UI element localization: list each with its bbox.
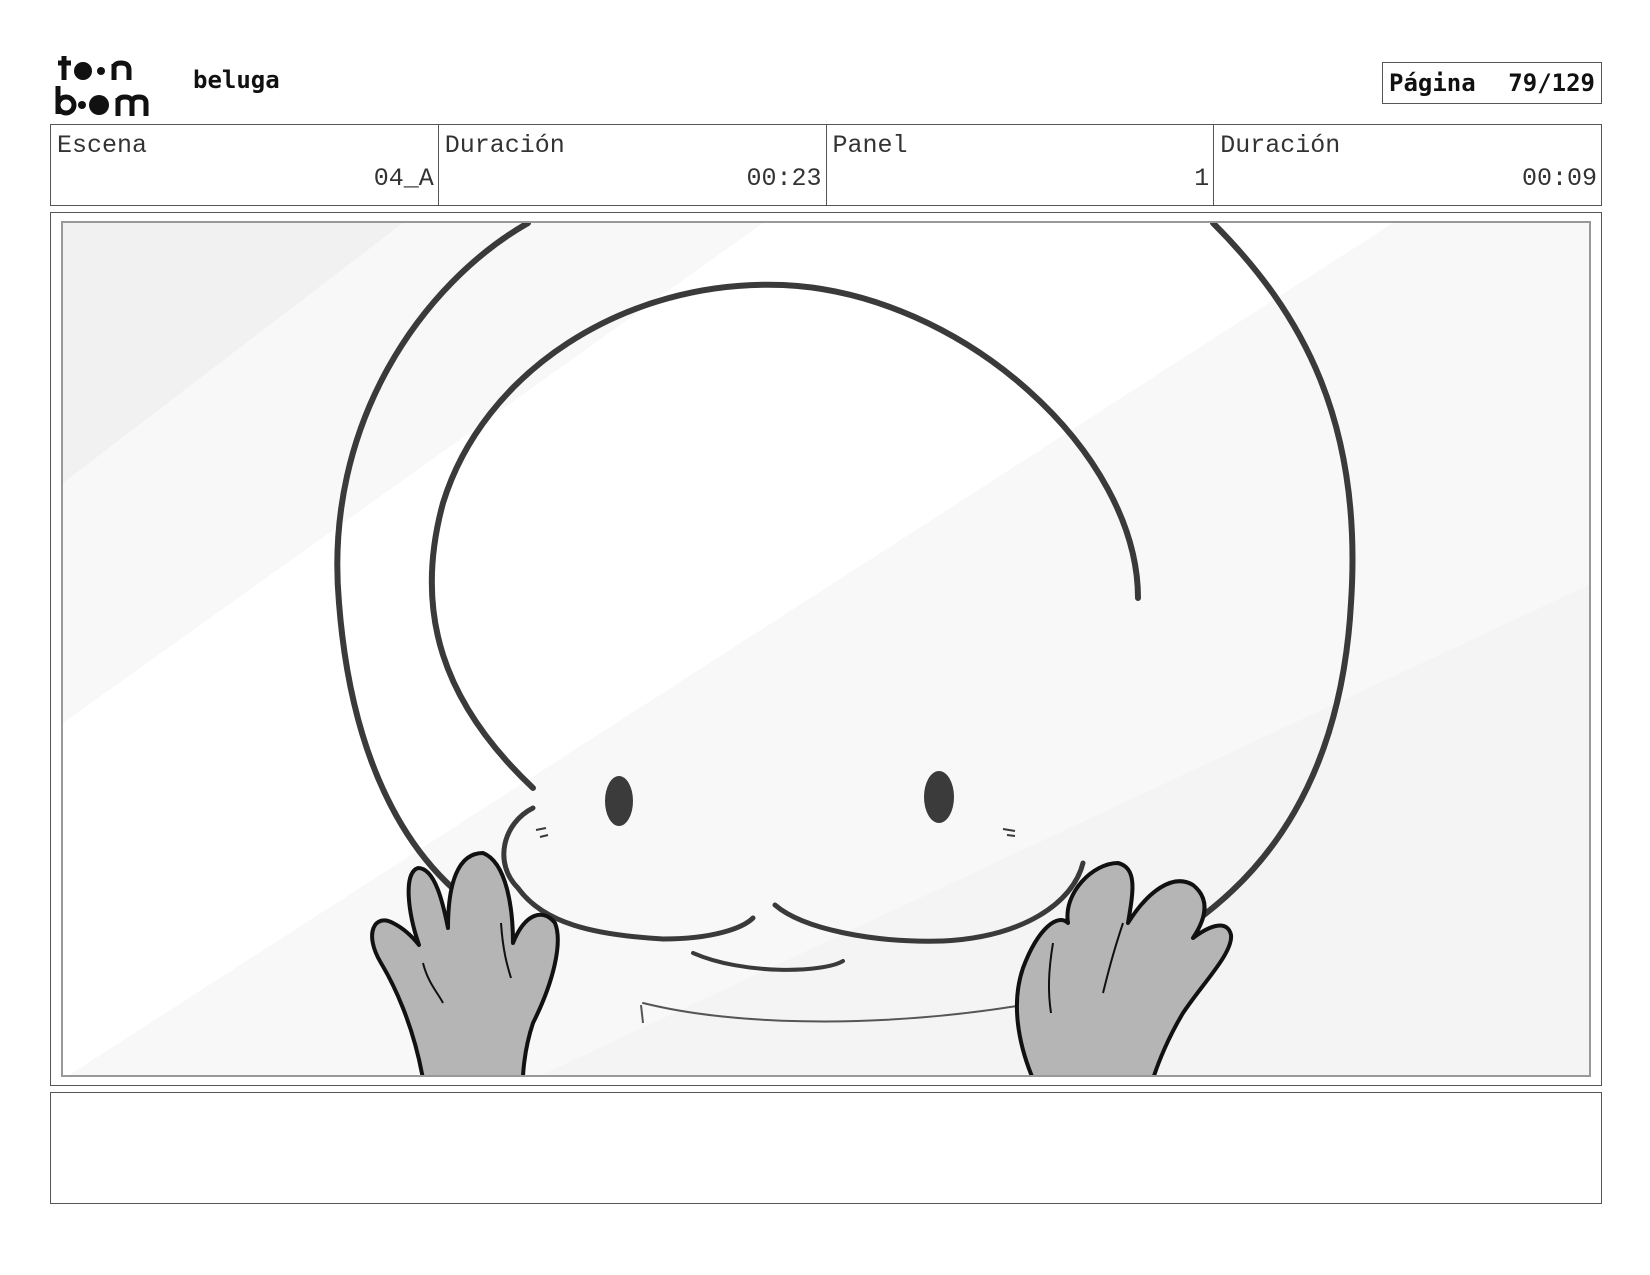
page-label: Página (1389, 69, 1476, 97)
panel-duration-cell: Duración 00:09 (1214, 125, 1601, 205)
scene-label: Escena (57, 131, 148, 160)
page-number: 79/129 (1508, 69, 1595, 97)
scene-info-row: Escena 04_A Duración 00:23 Panel 1 Durac… (50, 124, 1602, 206)
panel-value: 1 (1194, 164, 1210, 193)
page-indicator: Página 79/129 (1382, 62, 1602, 104)
scene-duration-value: 00:23 (746, 164, 822, 193)
panel-label: Panel (832, 131, 908, 160)
panel-notes-box (50, 1092, 1602, 1204)
left-blush-marks (535, 827, 549, 838)
scene-cell: Escena 04_A (51, 125, 439, 205)
left-hand (370, 851, 560, 1075)
storyboard-panel-image (61, 221, 1591, 1077)
scene-duration-cell: Duración 00:23 (439, 125, 827, 205)
toon-boom-logo (55, 56, 149, 116)
beluga-sketch-drawing (63, 223, 1589, 1075)
jaw-tick (640, 1004, 644, 1024)
scene-value: 04_A (373, 164, 434, 193)
right-eye (924, 771, 954, 823)
panel-cell: Panel 1 (827, 125, 1215, 205)
glass-reflection-left (63, 223, 403, 483)
panel-duration-label: Duración (1220, 131, 1341, 160)
left-eye (605, 776, 633, 826)
storyboard-panel-frame (50, 212, 1602, 1086)
right-blush-marks (1002, 828, 1016, 837)
project-title: beluga (193, 66, 280, 94)
scene-duration-label: Duración (444, 131, 565, 160)
panel-duration-value: 00:09 (1521, 164, 1597, 193)
